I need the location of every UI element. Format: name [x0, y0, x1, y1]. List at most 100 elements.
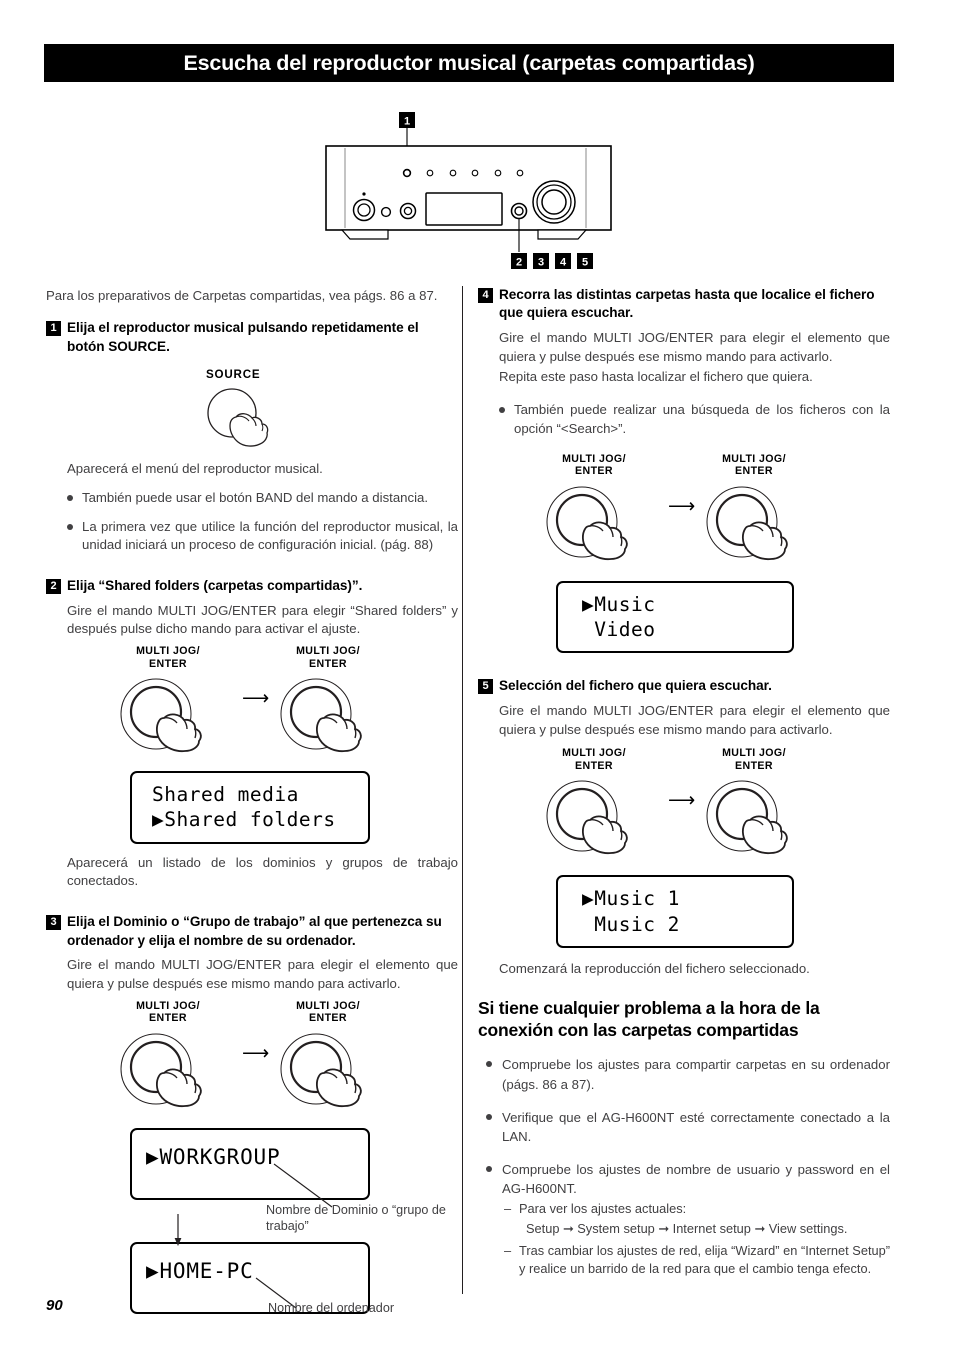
- step-3-callout-computer: Nombre del ordenador: [268, 1300, 395, 1315]
- jog-dial-hand-icon: [280, 1033, 362, 1107]
- bullet-dot-icon: [67, 523, 73, 530]
- svg-text:1: 1: [404, 116, 410, 128]
- troubleshooting-sub-1: – Para ver los ajustes actuales:: [504, 1200, 890, 1218]
- svg-text:4: 4: [560, 257, 567, 269]
- step-4-heading: Recorra las distintas carpetas hasta que…: [499, 287, 875, 321]
- step-3-number: 3: [46, 915, 61, 931]
- lcd-line-2: Music 2: [582, 912, 680, 936]
- step-4-number: 4: [478, 288, 493, 303]
- jog-dial-hand-icon: [706, 780, 788, 855]
- dash-icon: –: [504, 1201, 512, 1217]
- step-5-knob-left: MULTI JOG/ ENTER: [530, 747, 658, 869]
- svg-text:5: 5: [582, 257, 588, 269]
- knob-art: [264, 674, 392, 767]
- lcd-line-homepc: ▶HOME-PC: [146, 1258, 254, 1283]
- troubleshooting-menu-path: Setup ➞ System setup ➞ Internet setup ➞ …: [526, 1221, 848, 1237]
- bullet-dot-icon: [499, 407, 505, 414]
- step-2-knob-right: MULTI JOG/ ENTER: [264, 645, 392, 767]
- device-diagram-svg: 1 2 3 4 5: [325, 112, 612, 269]
- step-3-lcd-group: ▶WORKGROUP Nombre de Dominio o “grupo de…: [46, 1127, 458, 1315]
- step-4-knob-right: MULTI JOG/ ENTER: [690, 453, 818, 575]
- jog-dial-hand-icon: [546, 780, 628, 855]
- jog-dial-hand-icon: [280, 678, 362, 753]
- device-front-panel-figure: 1 2 3 4 5: [320, 112, 620, 280]
- step-1-bullet-1: También puede usar el botón BAND del man…: [67, 489, 458, 508]
- dash-icon: –: [504, 1242, 512, 1258]
- left-column: Para los preparativos de Carpetas compar…: [46, 286, 458, 1315]
- step-3-heading: Elija el Dominio o “Grupo de trabajo” al…: [67, 914, 442, 948]
- knob-art: [530, 776, 658, 869]
- step-3-knob-left: MULTI JOG/ ENTER: [104, 1000, 232, 1122]
- step-2-body: Gire el mando MULTI JOG/ENTER para elegi…: [67, 602, 458, 637]
- step-4-knob-left: MULTI JOG/ ENTER: [530, 453, 658, 575]
- lcd-line-1: ▶Music: [582, 592, 656, 616]
- right-column: 4 Recorra las distintas carpetas hasta q…: [478, 286, 890, 1278]
- step-3-body: Gire el mando MULTI JOG/ENTER para elegi…: [67, 957, 458, 991]
- troubleshooting-bullet-3: Compruebe los ajustes de nombre de usuar…: [478, 1160, 890, 1198]
- step-1-bullet-2: La primera vez que utilice la función de…: [67, 518, 458, 555]
- troubleshooting-bullet-1: Compruebe los ajustes para compartir car…: [478, 1055, 890, 1093]
- step-5-number: 5: [478, 679, 493, 695]
- svg-text:2: 2: [516, 257, 522, 269]
- troubleshooting-sub-2: – Tras cambiar los ajustes de red, elija…: [504, 1242, 890, 1278]
- knob-art: [530, 482, 658, 575]
- page-title-bar: Escucha del reproductor musical (carpeta…: [44, 44, 894, 82]
- step-4-knob-right-label: MULTI JOG/ ENTER: [722, 452, 786, 478]
- step-3-lcd-workgroup: ▶WORKGROUP: [130, 1127, 370, 1200]
- hand-press-source-icon: [207, 388, 269, 447]
- step-5-heading: Selección del fichero que quiera escucha…: [499, 678, 772, 694]
- step-3: 3 Elija el Dominio o “Grupo de trabajo” …: [46, 913, 458, 950]
- step-4-knob-left-label: MULTI JOG/ ENTER: [562, 452, 626, 478]
- step-2-result: Aparecerá un listado de los dominios y g…: [67, 854, 458, 889]
- step-5-knob-right: MULTI JOG/ ENTER: [690, 747, 818, 869]
- step-5-knob-right-label: MULTI JOG/ ENTER: [722, 747, 786, 772]
- step-1: 1 Elija el reproductor musical pulsando …: [46, 319, 458, 356]
- step-3-knob-diagram: MULTI JOG/ ENTER ⟶ MULTI JOG/ ENTER: [46, 1000, 458, 1118]
- source-button-label: SOURCE: [206, 368, 261, 382]
- troubleshooting-bullet-2: Verifique que el AG-H600NT esté correcta…: [478, 1108, 890, 1146]
- step-4-knob-diagram: MULTI JOG/ ENTER ⟶ MULTI JOG/ ENTER: [478, 453, 890, 571]
- step-3-callout-domain: Nombre de Dominio o “grupo de trabajo”: [266, 1202, 446, 1233]
- step-1-result: Aparecerá el menú del reproductor musica…: [67, 461, 323, 477]
- svg-text:3: 3: [538, 257, 544, 269]
- step-3-knob-right-label: MULTI JOG/ ENTER: [296, 999, 360, 1025]
- page-number: 90: [46, 1297, 63, 1314]
- lcd-line-2: Video: [582, 617, 656, 641]
- troubleshooting-heading: Si tiene cualquier problema a la hora de…: [478, 997, 820, 1041]
- step-5: 5 Selección del fichero que quiera escuc…: [478, 677, 890, 695]
- bullet-dot-icon: [486, 1061, 492, 1068]
- step-2-number: 2: [46, 579, 61, 595]
- jog-dial-hand-icon: [546, 486, 628, 560]
- step-4-body-line-1: Gire el mando MULTI JOG/ENTER para elegi…: [499, 329, 890, 364]
- lcd-line-2: ▶Shared folders: [152, 808, 336, 832]
- step-2-knob-left: MULTI JOG/ ENTER: [104, 645, 232, 767]
- step-3-knob-left-label: MULTI JOG/ ENTER: [136, 999, 200, 1025]
- preparation-note: Para los preparativos de Carpetas compar…: [46, 288, 438, 303]
- lcd-line-1: ▶Music 1: [582, 887, 680, 911]
- knob-art: [104, 1029, 232, 1122]
- step-4: 4 Recorra las distintas carpetas hasta q…: [478, 286, 890, 323]
- step-4-body-line-2: Repita este paso hasta localizar el fich…: [499, 369, 813, 385]
- step-5-result: Comenzará la reproducción del fichero se…: [499, 960, 810, 976]
- step-1-heading: Elija el reproductor musical pulsando re…: [67, 320, 419, 354]
- step-2: 2 Elija “Shared folders (carpetas compar…: [46, 577, 458, 595]
- step-2-knob-right-label: MULTI JOG/ ENTER: [296, 645, 360, 670]
- step-2-knob-left-label: MULTI JOG/ ENTER: [136, 645, 200, 670]
- jog-dial-hand-icon: [706, 486, 788, 560]
- jog-dial-hand-icon: [120, 678, 202, 753]
- step-5-knob-diagram: MULTI JOG/ ENTER ⟶ MULTI JOG/ ENTER: [478, 747, 890, 865]
- lcd-line-workgroup: ▶WORKGROUP: [146, 1144, 281, 1169]
- step-2-heading: Elija “Shared folders (carpetas comparti…: [67, 578, 363, 594]
- step-5-lcd-display: ▶Music 1 Music 2: [556, 875, 794, 948]
- knob-art: [104, 674, 232, 767]
- step-2-knob-diagram: MULTI JOG/ ENTER ⟶ MULTI JOG/ ENTER: [46, 645, 458, 763]
- step-5-knob-left-label: MULTI JOG/ ENTER: [562, 747, 626, 772]
- step-5-body: Gire el mando MULTI JOG/ENTER para elegi…: [499, 702, 890, 737]
- knob-art: [264, 1029, 392, 1122]
- source-button-diagram: SOURCE: [46, 368, 458, 460]
- step-4-lcd-display: ▶Music Video: [556, 580, 794, 654]
- knob-art: [690, 482, 818, 575]
- bullet-dot-icon: [486, 1113, 492, 1120]
- knob-art: [690, 776, 818, 869]
- lcd-line-1: Shared media: [152, 783, 299, 806]
